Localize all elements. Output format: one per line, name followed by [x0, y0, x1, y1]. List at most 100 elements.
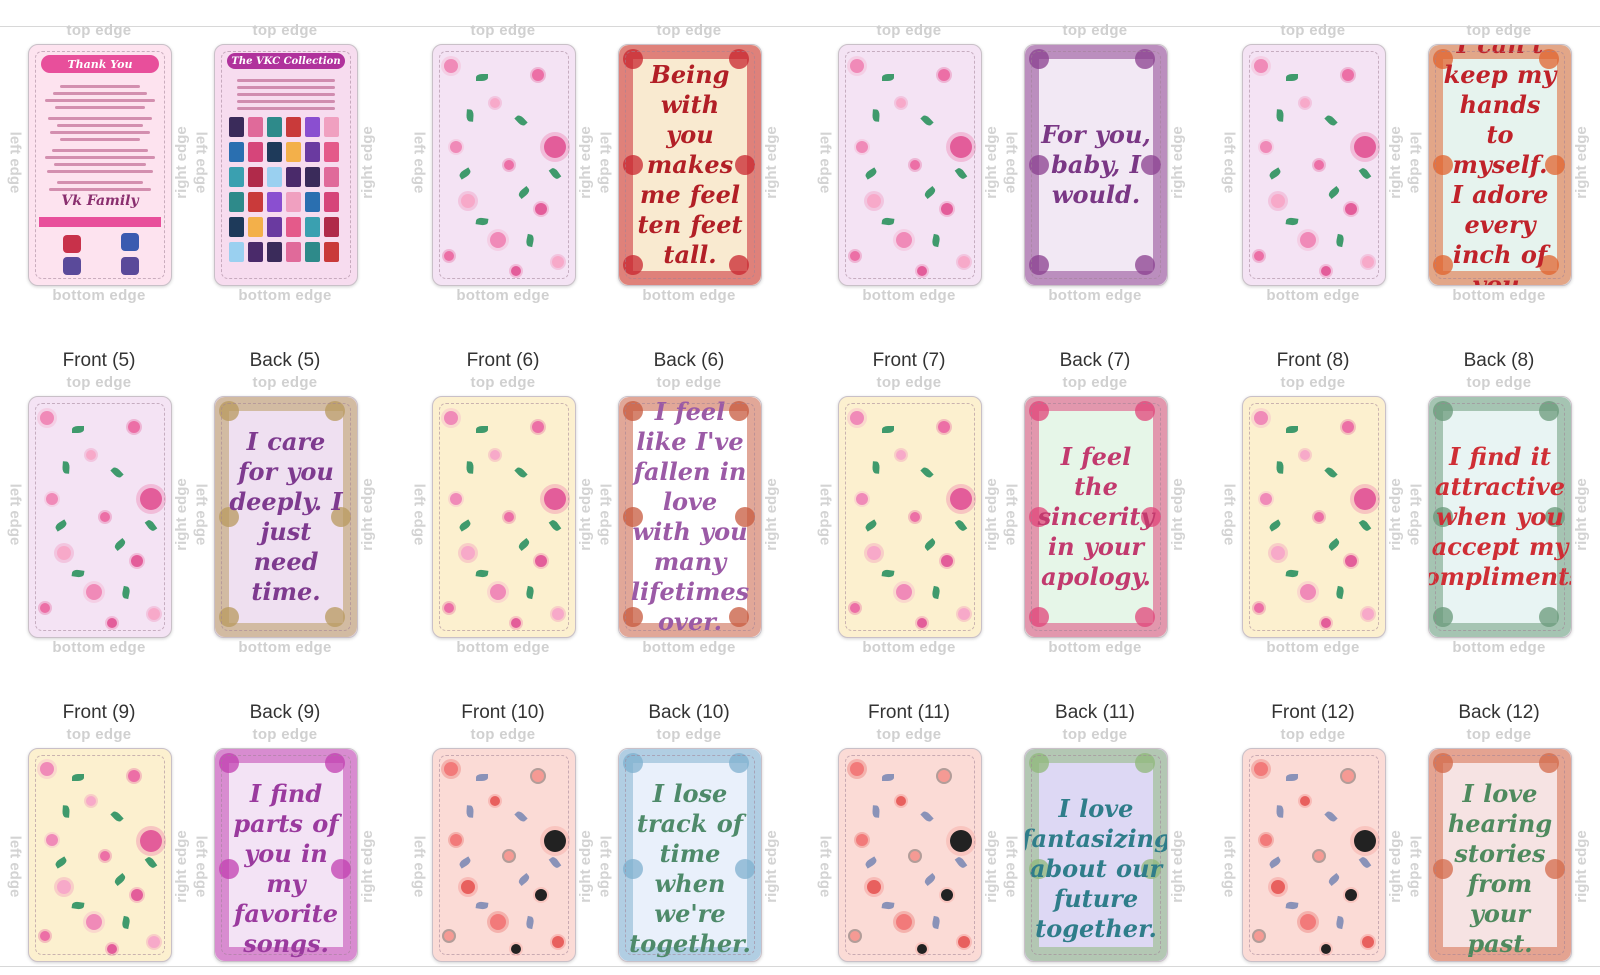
right-edge-label: right edge — [982, 830, 1000, 903]
left-edge-label: left edge — [6, 483, 24, 546]
right-edge-label: right edge — [762, 126, 780, 199]
card-preview-grid: top edge bottom edge left edge right edge Th… — [0, 0, 1600, 975]
card-preview[interactable]: The VKC Collection — [214, 44, 358, 286]
card-back-quote[interactable]: I can't keep my hands to myself. I adore… — [1428, 44, 1572, 286]
card-slot-label: Front (5) — [62, 350, 136, 371]
safe-area-guide — [1249, 403, 1379, 631]
top-edge-label: top edge — [470, 726, 536, 743]
card-preview[interactable] — [432, 396, 576, 638]
card-preview[interactable] — [838, 748, 982, 962]
left-edge-label: left edge — [1406, 131, 1424, 194]
safe-area-guide — [1031, 51, 1161, 279]
left-edge-label: left edge — [192, 835, 210, 898]
safe-area-guide — [1031, 403, 1161, 631]
top-edge-label: top edge — [252, 374, 318, 391]
safe-area-guide — [1249, 755, 1379, 955]
top-edge-label: top edge — [876, 22, 942, 39]
right-edge-label: right edge — [576, 830, 594, 903]
left-edge-label: left edge — [410, 483, 428, 546]
left-edge-label: left edge — [6, 835, 24, 898]
card-slot-label: Front (10) — [461, 702, 545, 723]
safe-area-guide — [625, 403, 755, 631]
safe-area-guide — [439, 755, 569, 955]
bottom-edge-label: bottom edge — [238, 639, 332, 656]
card-back-quote[interactable]: I lose track of time when we're together… — [618, 748, 762, 962]
card-back-quote[interactable]: I feel like I've fallen in love with you… — [618, 396, 762, 638]
bottom-edge-label: bottom edge — [52, 639, 146, 656]
card-back-quote[interactable]: I care for you deeply. I just need time. — [214, 396, 358, 638]
right-edge-label: right edge — [1572, 830, 1590, 903]
top-edge-label: top edge — [1280, 374, 1346, 391]
card-back-quote[interactable]: I love fantasizing about our future toge… — [1024, 748, 1168, 962]
right-edge-label: right edge — [982, 478, 1000, 551]
left-edge-label: left edge — [410, 835, 428, 898]
bottom-edge-label: bottom edge — [456, 639, 550, 656]
bottom-edge-label: bottom edge — [1048, 639, 1142, 656]
right-edge-label: right edge — [358, 830, 376, 903]
right-edge-label: right edge — [172, 126, 190, 199]
card-back-quote[interactable]: I find parts of you in my favorite songs… — [214, 748, 358, 962]
right-edge-label: right edge — [576, 478, 594, 551]
card-slot-label: Front (9) — [62, 702, 136, 723]
bottom-edge-label: bottom edge — [642, 639, 736, 656]
card-preview[interactable] — [838, 44, 982, 286]
left-edge-label: left edge — [1220, 483, 1238, 546]
top-edge-label: top edge — [656, 22, 722, 39]
top-edge-label: top edge — [1466, 726, 1532, 743]
card-slot-label: Front (7) — [872, 350, 946, 371]
card-preview[interactable]: Thank You Vk Family — [28, 44, 172, 286]
card-preview[interactable] — [28, 396, 172, 638]
card-preview[interactable] — [432, 748, 576, 962]
bottom-edge-label: bottom edge — [1266, 639, 1360, 656]
right-edge-label: right edge — [1572, 478, 1590, 551]
card-preview[interactable] — [432, 44, 576, 286]
top-edge-label: top edge — [876, 374, 942, 391]
bottom-edge-label: bottom edge — [862, 639, 956, 656]
bottom-edge-label: bottom edge — [238, 287, 332, 304]
card-slot-label: Back (10) — [648, 702, 730, 723]
left-edge-label: left edge — [1406, 835, 1424, 898]
right-edge-label: right edge — [1168, 126, 1186, 199]
right-edge-label: right edge — [1386, 126, 1404, 199]
safe-area-guide — [439, 51, 569, 279]
bottom-edge-label: bottom edge — [642, 287, 736, 304]
card-preview[interactable] — [838, 396, 982, 638]
left-edge-label: left edge — [192, 131, 210, 194]
safe-area-guide — [845, 51, 975, 279]
top-edge-label: top edge — [1466, 22, 1532, 39]
safe-area-guide — [845, 403, 975, 631]
right-edge-label: right edge — [1572, 126, 1590, 199]
left-edge-label: left edge — [1002, 131, 1020, 194]
left-edge-label: left edge — [1002, 835, 1020, 898]
left-edge-label: left edge — [1406, 483, 1424, 546]
left-edge-label: left edge — [596, 835, 614, 898]
right-edge-label: right edge — [762, 830, 780, 903]
safe-area-guide — [1435, 403, 1565, 631]
card-back-quote[interactable]: I feel the sincerity in your apology. — [1024, 396, 1168, 638]
safe-area-guide — [1435, 755, 1565, 955]
card-back-quote[interactable]: I find it attractive when you accept my … — [1428, 396, 1572, 638]
right-edge-label: right edge — [762, 478, 780, 551]
safe-area-guide — [35, 51, 165, 279]
card-slot-label: Front (11) — [867, 702, 950, 723]
safe-area-guide — [625, 51, 755, 279]
card-back-quote[interactable]: I love hearing stories from your past. — [1428, 748, 1572, 962]
card-back-quote[interactable]: Being with you makes me feel ten feet ta… — [618, 44, 762, 286]
card-preview[interactable] — [1242, 396, 1386, 638]
bottom-edge-label: bottom edge — [1048, 287, 1142, 304]
left-edge-label: left edge — [1002, 483, 1020, 546]
card-slot-label: Back (8) — [1463, 350, 1535, 371]
safe-area-guide — [845, 755, 975, 955]
top-edge-label: top edge — [252, 726, 318, 743]
top-edge-label: top edge — [66, 726, 132, 743]
card-preview[interactable] — [1242, 748, 1386, 962]
bottom-edge-label: bottom edge — [52, 287, 146, 304]
safe-area-guide — [221, 755, 351, 955]
safe-area-guide — [221, 403, 351, 631]
card-back-quote[interactable]: For you, baby, I would. — [1024, 44, 1168, 286]
left-edge-label: left edge — [816, 835, 834, 898]
top-edge-label: top edge — [656, 726, 722, 743]
card-preview[interactable] — [1242, 44, 1386, 286]
card-preview[interactable] — [28, 748, 172, 962]
safe-area-guide — [221, 51, 351, 279]
